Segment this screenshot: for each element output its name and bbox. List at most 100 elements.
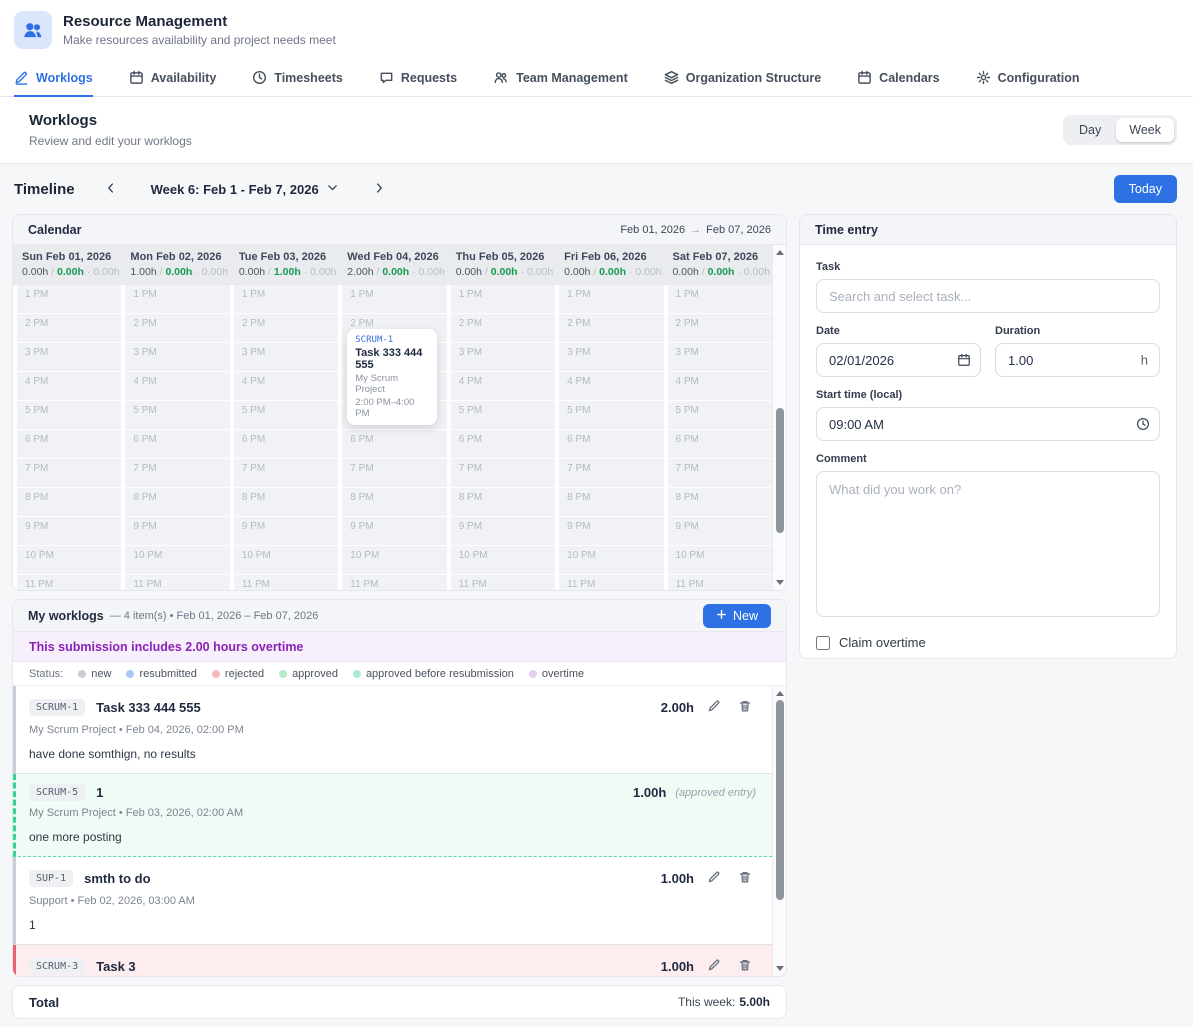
hour-cell[interactable]: 10 PM (17, 546, 121, 575)
hour-cell[interactable]: 4 PM (668, 372, 772, 401)
hour-cell[interactable]: 8 PM (125, 488, 229, 517)
hour-cell[interactable]: 3 PM (451, 343, 555, 372)
hour-cell[interactable]: 1 PM (17, 285, 121, 314)
tab-requests[interactable]: Requests (379, 60, 457, 97)
new-worklog-button[interactable]: New (703, 604, 771, 628)
hour-cell[interactable]: 2 PM (668, 314, 772, 343)
hour-cell[interactable]: 11 PM (451, 575, 555, 590)
hour-cell[interactable]: 2 PM (125, 314, 229, 343)
hour-cell[interactable]: 10 PM (668, 546, 772, 575)
hour-cell[interactable]: 1 PM (342, 285, 446, 314)
worklogs-scrollbar[interactable] (772, 686, 786, 976)
hour-cell[interactable]: 10 PM (342, 546, 446, 575)
hour-cell[interactable]: 2 PM (451, 314, 555, 343)
hour-cell[interactable]: 11 PM (342, 575, 446, 590)
tab-calendars[interactable]: Calendars (857, 60, 939, 97)
hour-cell[interactable]: 9 PM (668, 517, 772, 546)
hour-cell[interactable]: 9 PM (234, 517, 338, 546)
tab-timesheets[interactable]: Timesheets (252, 60, 343, 97)
hour-cell[interactable]: 4 PM (559, 372, 663, 401)
hour-cell[interactable]: 9 PM (451, 517, 555, 546)
hour-cell[interactable]: 8 PM (451, 488, 555, 517)
prev-week-button[interactable] (97, 175, 125, 203)
tab-team-management[interactable]: Team Management (493, 60, 628, 97)
hour-cell[interactable]: 5 PM (559, 401, 663, 430)
hour-cell[interactable]: 2 PM (234, 314, 338, 343)
today-button[interactable]: Today (1114, 175, 1177, 203)
hour-cell[interactable]: 11 PM (668, 575, 772, 590)
hour-cell[interactable]: 7 PM (342, 459, 446, 488)
tab-worklogs[interactable]: Worklogs (14, 60, 93, 97)
claim-overtime-checkbox[interactable] (816, 636, 830, 650)
hour-cell[interactable]: 4 PM (234, 372, 338, 401)
hour-cell[interactable]: 11 PM (125, 575, 229, 590)
hour-cell[interactable]: 7 PM (559, 459, 663, 488)
hour-cell[interactable]: 3 PM (17, 343, 121, 372)
duration-input[interactable] (995, 343, 1160, 377)
hour-cell[interactable]: 6 PM (559, 430, 663, 459)
edit-entry-button[interactable] (703, 696, 725, 718)
hour-cell[interactable]: 9 PM (17, 517, 121, 546)
scroll-down-icon[interactable] (776, 966, 784, 971)
hour-cell[interactable]: 3 PM (234, 343, 338, 372)
hour-cell[interactable]: 8 PM (559, 488, 663, 517)
hour-cell[interactable]: 5 PM (125, 401, 229, 430)
hour-cell[interactable]: 6 PM (234, 430, 338, 459)
hour-cell[interactable]: 5 PM (668, 401, 772, 430)
hour-cell[interactable]: 7 PM (17, 459, 121, 488)
calendar-event-card[interactable]: SCRUM-1 Task 333 444 555 My Scrum Projec… (347, 329, 437, 425)
hour-cell[interactable]: 10 PM (234, 546, 338, 575)
hour-cell[interactable]: 8 PM (342, 488, 446, 517)
toggle-week[interactable]: Week (1116, 118, 1174, 142)
hour-cell[interactable]: 8 PM (17, 488, 121, 517)
hour-cell[interactable]: 10 PM (125, 546, 229, 575)
hour-cell[interactable]: 2 PM (17, 314, 121, 343)
hour-cell[interactable]: 11 PM (559, 575, 663, 590)
hour-cell[interactable]: 7 PM (234, 459, 338, 488)
hour-cell[interactable]: 7 PM (451, 459, 555, 488)
hour-cell[interactable]: 1 PM (125, 285, 229, 314)
hour-cell[interactable]: 5 PM (451, 401, 555, 430)
hour-cell[interactable]: 1 PM (559, 285, 663, 314)
task-search-input[interactable] (816, 279, 1160, 313)
edit-entry-button[interactable] (703, 955, 725, 976)
hour-cell[interactable]: 6 PM (342, 430, 446, 459)
hour-cell[interactable]: 5 PM (17, 401, 121, 430)
hour-cell[interactable]: 3 PM (668, 343, 772, 372)
start-time-input[interactable] (816, 407, 1160, 441)
hour-cell[interactable]: 6 PM (668, 430, 772, 459)
hour-cell[interactable]: 6 PM (451, 430, 555, 459)
hour-cell[interactable]: 9 PM (342, 517, 446, 546)
hour-cell[interactable]: 10 PM (559, 546, 663, 575)
scroll-down-icon[interactable] (776, 580, 784, 585)
hour-cell[interactable]: 4 PM (125, 372, 229, 401)
hour-cell[interactable]: 4 PM (17, 372, 121, 401)
calendar-scroll-thumb[interactable] (776, 408, 784, 533)
delete-entry-button[interactable] (734, 867, 756, 889)
hour-cell[interactable]: 10 PM (451, 546, 555, 575)
hour-cell[interactable]: 7 PM (125, 459, 229, 488)
hour-cell[interactable]: 9 PM (125, 517, 229, 546)
hour-cell[interactable]: 2 PM (559, 314, 663, 343)
delete-entry-button[interactable] (734, 955, 756, 976)
calendar-icon[interactable] (957, 353, 971, 367)
tab-availability[interactable]: Availability (129, 60, 217, 97)
hour-cell[interactable]: 6 PM (17, 430, 121, 459)
scroll-up-icon[interactable] (776, 691, 784, 696)
hour-cell[interactable]: 11 PM (234, 575, 338, 590)
hour-cell[interactable]: 6 PM (125, 430, 229, 459)
week-selector[interactable]: Week 6: Feb 1 - Feb 7, 2026 (139, 181, 351, 197)
hour-cell[interactable]: 7 PM (668, 459, 772, 488)
hour-cell[interactable]: 8 PM (234, 488, 338, 517)
hour-cell[interactable]: 5 PM (234, 401, 338, 430)
hour-cell[interactable]: 8 PM (668, 488, 772, 517)
hour-cell[interactable]: 1 PM (234, 285, 338, 314)
tab-organization-structure[interactable]: Organization Structure (664, 60, 821, 97)
hour-cell[interactable]: 3 PM (125, 343, 229, 372)
scroll-up-icon[interactable] (776, 250, 784, 255)
comment-textarea[interactable] (816, 471, 1160, 617)
next-week-button[interactable] (365, 175, 393, 203)
clock-icon[interactable] (1136, 417, 1150, 431)
calendar-scrollbar[interactable] (772, 245, 786, 590)
hour-cell[interactable]: 1 PM (668, 285, 772, 314)
